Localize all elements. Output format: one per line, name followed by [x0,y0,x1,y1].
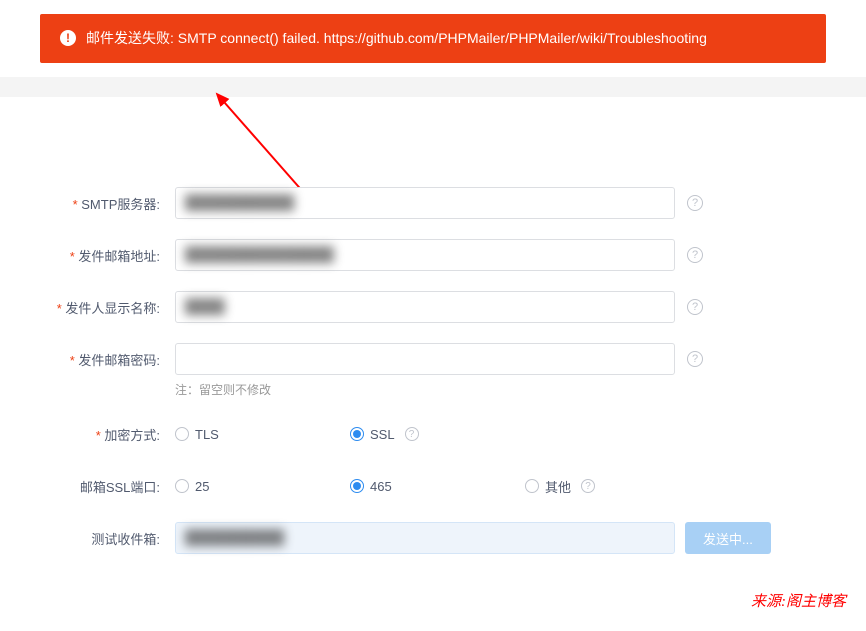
error-banner: ! 邮件发送失败: SMTP connect() failed. https:/… [40,14,826,63]
help-icon[interactable]: ? [687,195,703,211]
label-sender-pass: 发件邮箱密码: [0,350,175,369]
radio-circle [525,479,539,493]
radio-circle [350,427,364,441]
radio-port-465[interactable]: 465 [350,479,525,494]
row-sender-addr: 发件邮箱地址: ███████████████ ? [0,239,866,271]
alert-icon: ! [60,30,76,46]
label-smtp-server: SMTP服务器: [0,194,175,213]
radio-encrypt-tls[interactable]: TLS [175,427,350,442]
radio-label: 465 [370,479,392,494]
radio-label: TLS [195,427,219,442]
spacer [0,97,866,157]
input-smtp-server[interactable] [175,187,675,219]
row-encrypt: 加密方式: TLS SSL ? [0,418,866,450]
label-test: 测试收件箱: [0,529,175,548]
radio-label: 25 [195,479,209,494]
form-area: SMTP服务器: ███████████ ? 发件邮箱地址: █████████… [0,157,866,594]
help-icon[interactable]: ? [405,427,419,441]
help-icon[interactable]: ? [687,351,703,367]
input-sender-name[interactable] [175,291,675,323]
label-sender-name: 发件人显示名称: [0,298,175,317]
radio-label: 其他 [545,477,571,496]
radio-group-encrypt: TLS SSL ? [175,427,525,442]
radio-port-other[interactable]: 其他 ? [525,477,595,496]
error-message: 邮件发送失败: SMTP connect() failed. https://g… [86,28,707,49]
row-sender-pass: 发件邮箱密码: ? [0,343,866,375]
row-port: 邮箱SSL端口: 25 465 其他 ? [0,470,866,502]
send-test-button[interactable]: 发送中... [685,522,771,554]
divider-strip [0,77,866,97]
row-sender-name: 发件人显示名称: ████ ? [0,291,866,323]
label-encrypt: 加密方式: [0,425,175,444]
help-icon[interactable]: ? [581,479,595,493]
label-port: 邮箱SSL端口: [0,477,175,496]
help-icon[interactable]: ? [687,247,703,263]
help-icon[interactable]: ? [687,299,703,315]
input-test-recipient[interactable] [175,522,675,554]
row-test: 测试收件箱: ██████████ 发送中... [0,522,866,554]
input-sender-pass[interactable] [175,343,675,375]
radio-circle [175,479,189,493]
radio-group-port: 25 465 其他 ? [175,477,595,496]
radio-port-25[interactable]: 25 [175,479,350,494]
label-sender-addr: 发件邮箱地址: [0,246,175,265]
radio-encrypt-ssl[interactable]: SSL ? [350,427,525,442]
input-sender-addr[interactable] [175,239,675,271]
hint-sender-pass: 注：留空则不修改 [175,381,866,398]
radio-circle [175,427,189,441]
radio-label: SSL [370,427,395,442]
watermark: 来源:阁主博客 [751,590,846,611]
row-smtp-server: SMTP服务器: ███████████ ? [0,187,866,219]
radio-circle [350,479,364,493]
